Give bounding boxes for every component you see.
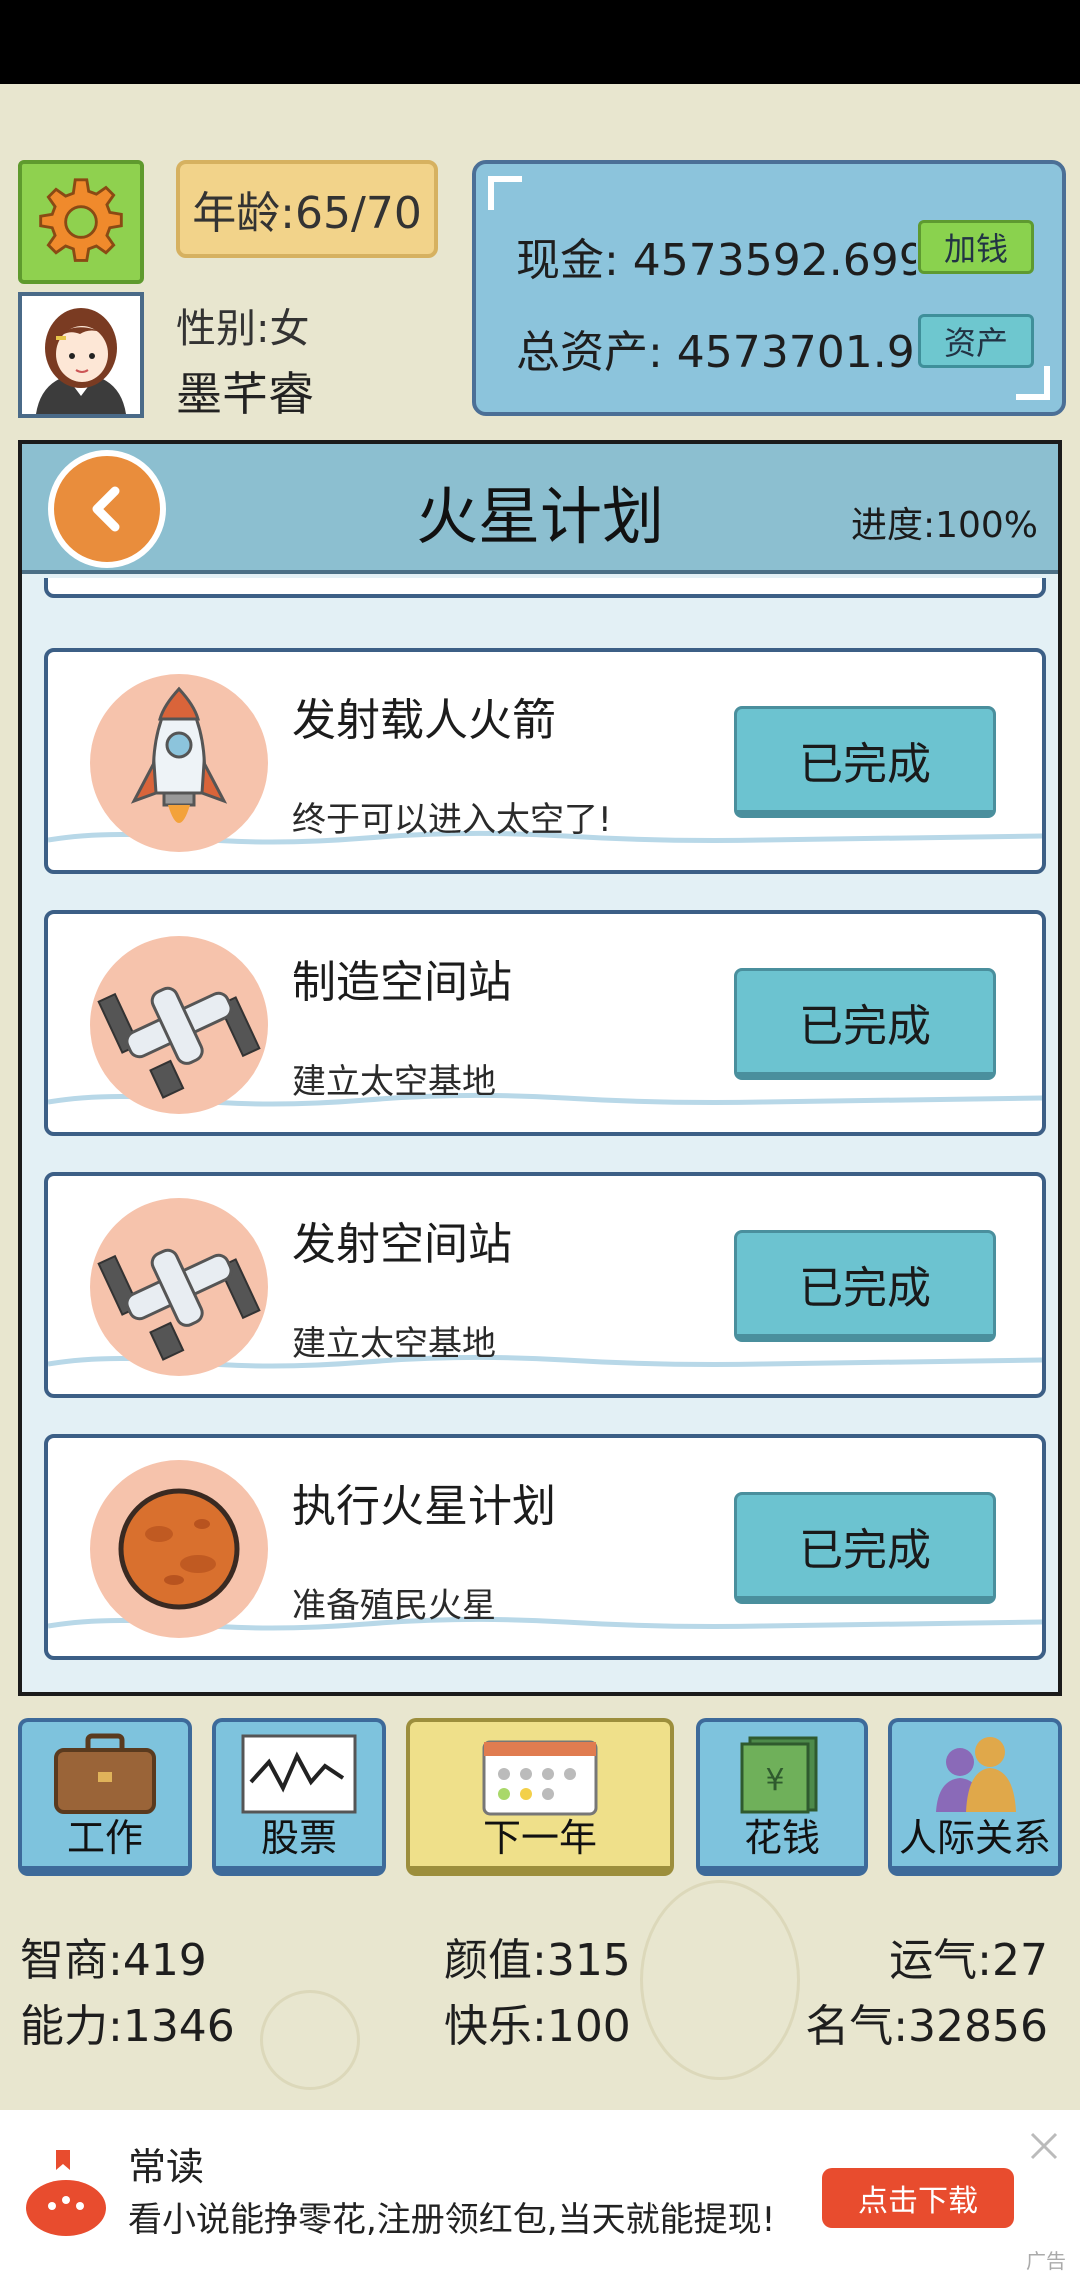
rocket-icon xyxy=(130,686,228,823)
task-title: 执行火星计划 xyxy=(292,1481,556,1532)
task-description: 建立太空基地 xyxy=(292,1324,496,1364)
task-title: 发射空间站 xyxy=(292,1219,512,1270)
avatar-portrait-icon xyxy=(22,296,140,414)
progress-label: 进度:100% xyxy=(850,505,1038,546)
calendar-icon xyxy=(482,1740,598,1816)
task-description: 终于可以进入太空了! xyxy=(292,800,612,840)
next-year-label: 下一年 xyxy=(482,1816,597,1860)
ad-title: 常读 xyxy=(128,2145,205,2189)
space-station-icon xyxy=(97,986,261,1099)
task-list[interactable]: 发射载人火箭 终于可以进入太空了! 已完成 制造空间站 建立太空基地 已完成 发… xyxy=(22,578,1058,1692)
task-title: 制造空间站 xyxy=(292,957,512,1008)
task-icon xyxy=(90,936,268,1114)
ad-tag: 广告 xyxy=(1026,2249,1066,2273)
stat-happiness: 快乐:100 xyxy=(444,2001,631,2052)
spend-money-label: 花钱 xyxy=(743,1816,820,1860)
task-card: 发射空间站 建立太空基地 已完成 xyxy=(44,1172,1046,1398)
work-label: 工作 xyxy=(66,1816,143,1860)
money-stack-icon: ¥ xyxy=(740,1736,818,1814)
background-doodle xyxy=(640,1880,800,2080)
completed-button[interactable]: 已完成 xyxy=(734,1492,996,1604)
stocks-button[interactable]: 股票 xyxy=(212,1718,386,1876)
stat-fame: 名气:32856 xyxy=(805,2001,1048,2052)
close-icon[interactable] xyxy=(1028,2130,1060,2162)
background-doodle xyxy=(260,1990,360,2090)
completed-button[interactable]: 已完成 xyxy=(734,1230,996,1342)
gear-icon xyxy=(39,178,123,262)
work-button[interactable]: 工作 xyxy=(18,1718,192,1876)
task-card: 制造空间站 建立太空基地 已完成 xyxy=(44,910,1046,1136)
gender-label: 性别:女 xyxy=(176,306,310,352)
tomato-app-icon xyxy=(26,2150,106,2236)
stat-ability: 能力:1346 xyxy=(20,2001,235,2052)
people-icon xyxy=(936,1737,1016,1812)
avatar[interactable] xyxy=(18,292,144,418)
age-badge: 年龄:65/70 xyxy=(176,160,438,258)
task-icon xyxy=(90,1198,268,1376)
status-bar xyxy=(0,0,1080,84)
relationships-label: 人际关系 xyxy=(898,1816,1051,1860)
task-description: 建立太空基地 xyxy=(292,1062,496,1102)
stat-iq: 智商:419 xyxy=(20,1935,207,1986)
task-icon xyxy=(90,674,268,852)
ad-banner[interactable]: 常读 看小说能挣零花,注册领红包,当天就能提现! 点击下载 广告 xyxy=(0,2110,1080,2280)
list-item xyxy=(44,578,1046,598)
briefcase-icon xyxy=(54,1733,156,1814)
task-title: 发射载人火箭 xyxy=(292,695,556,746)
panel-corner xyxy=(488,176,522,210)
svg-text:¥: ¥ xyxy=(765,1763,784,1798)
next-year-button[interactable]: 下一年 xyxy=(406,1718,674,1876)
relationships-button[interactable]: 人际关系 xyxy=(888,1718,1062,1876)
ad-download-button[interactable]: 点击下载 xyxy=(822,2168,1014,2228)
task-card: 执行火星计划 准备殖民火星 已完成 xyxy=(44,1434,1046,1660)
stat-luck: 运气:27 xyxy=(889,1935,1048,1986)
task-card: 发射载人火箭 终于可以进入太空了! 已完成 xyxy=(44,648,1046,874)
mars-plan-panel: 火星计划 进度:100% 发射载人火箭 终于可以进入太空了! 已完成 制造空间站… xyxy=(18,440,1062,1696)
completed-button[interactable]: 已完成 xyxy=(734,706,996,818)
cash-value: 现金: 4573592.699 xyxy=(516,235,916,286)
panel-header: 火星计划 进度:100% xyxy=(22,444,1058,574)
ad-text: 看小说能挣零花,注册领红包,当天就能提现! xyxy=(128,2200,776,2240)
spend-money-button[interactable]: ¥ 花钱 xyxy=(696,1718,868,1876)
task-description: 准备殖民火星 xyxy=(292,1586,496,1626)
completed-button[interactable]: 已完成 xyxy=(734,968,996,1080)
assets-button[interactable]: 资产 xyxy=(918,314,1034,368)
total-assets-value: 总资产: 4573701.91 xyxy=(516,327,916,378)
stat-looks: 颜值:315 xyxy=(444,1935,631,1986)
space-station-icon xyxy=(97,1248,261,1361)
task-icon xyxy=(90,1460,268,1638)
stocks-label: 股票 xyxy=(260,1816,337,1860)
money-panel: 现金: 4573592.699 加钱 总资产: 4573701.91 资产 xyxy=(472,160,1066,416)
settings-button[interactable] xyxy=(18,160,144,284)
character-name: 墨芊睿 xyxy=(176,367,314,421)
add-money-button[interactable]: 加钱 xyxy=(918,220,1034,274)
panel-corner xyxy=(1016,366,1050,400)
stock-chart-icon xyxy=(241,1734,357,1814)
mars-icon xyxy=(118,1488,240,1610)
